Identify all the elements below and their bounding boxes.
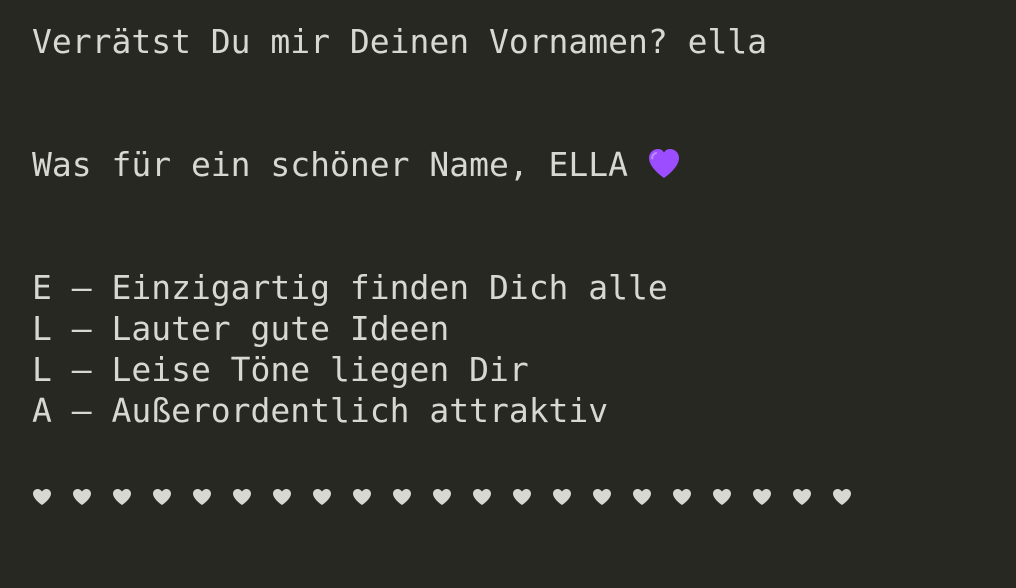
hearts-row: [32, 484, 872, 510]
heart-icon: [792, 484, 832, 510]
heart-icon: [352, 484, 392, 510]
greeting-line: Was für ein schöner Name, ELLA: [32, 145, 682, 185]
heart-icon: [72, 484, 112, 510]
heart-icon: [312, 484, 352, 510]
heart-icon: [432, 484, 472, 510]
acrostic-line-2: L – Lauter gute Ideen: [32, 309, 450, 348]
heart-icon: [472, 484, 512, 510]
heart-icon: [832, 484, 872, 510]
heart-icon: [672, 484, 712, 510]
purple-heart-icon: [646, 146, 682, 182]
heart-icon: [32, 484, 72, 510]
heart-icon: [392, 484, 432, 510]
prompt-line: Verrätst Du mir Deinen Vornamen? ella: [32, 22, 767, 62]
prompt-answer: ella: [687, 22, 768, 61]
acrostic-line-1: E – Einzigartig finden Dich alle: [32, 268, 668, 307]
acrostic-line-3: L – Leise Töne liegen Dir: [32, 350, 529, 389]
heart-icon: [712, 484, 752, 510]
heart-icon: [272, 484, 312, 510]
heart-icon: [552, 484, 592, 510]
terminal-window: Verrätst Du mir Deinen Vornamen? ella Wa…: [0, 0, 1016, 588]
greeting-text: Was für ein schöner Name, ELLA: [32, 145, 629, 184]
heart-icon: [232, 484, 272, 510]
heart-icon: [512, 484, 552, 510]
prompt-question: Verrätst Du mir Deinen Vornamen?: [32, 22, 668, 61]
heart-icon: [192, 484, 232, 510]
heart-icon: [752, 484, 792, 510]
heart-icon: [592, 484, 632, 510]
heart-icon: [152, 484, 192, 510]
heart-icon: [112, 484, 152, 510]
acrostic-line-4: A – Außerordentlich attraktiv: [32, 391, 609, 430]
heart-icon: [632, 484, 672, 510]
